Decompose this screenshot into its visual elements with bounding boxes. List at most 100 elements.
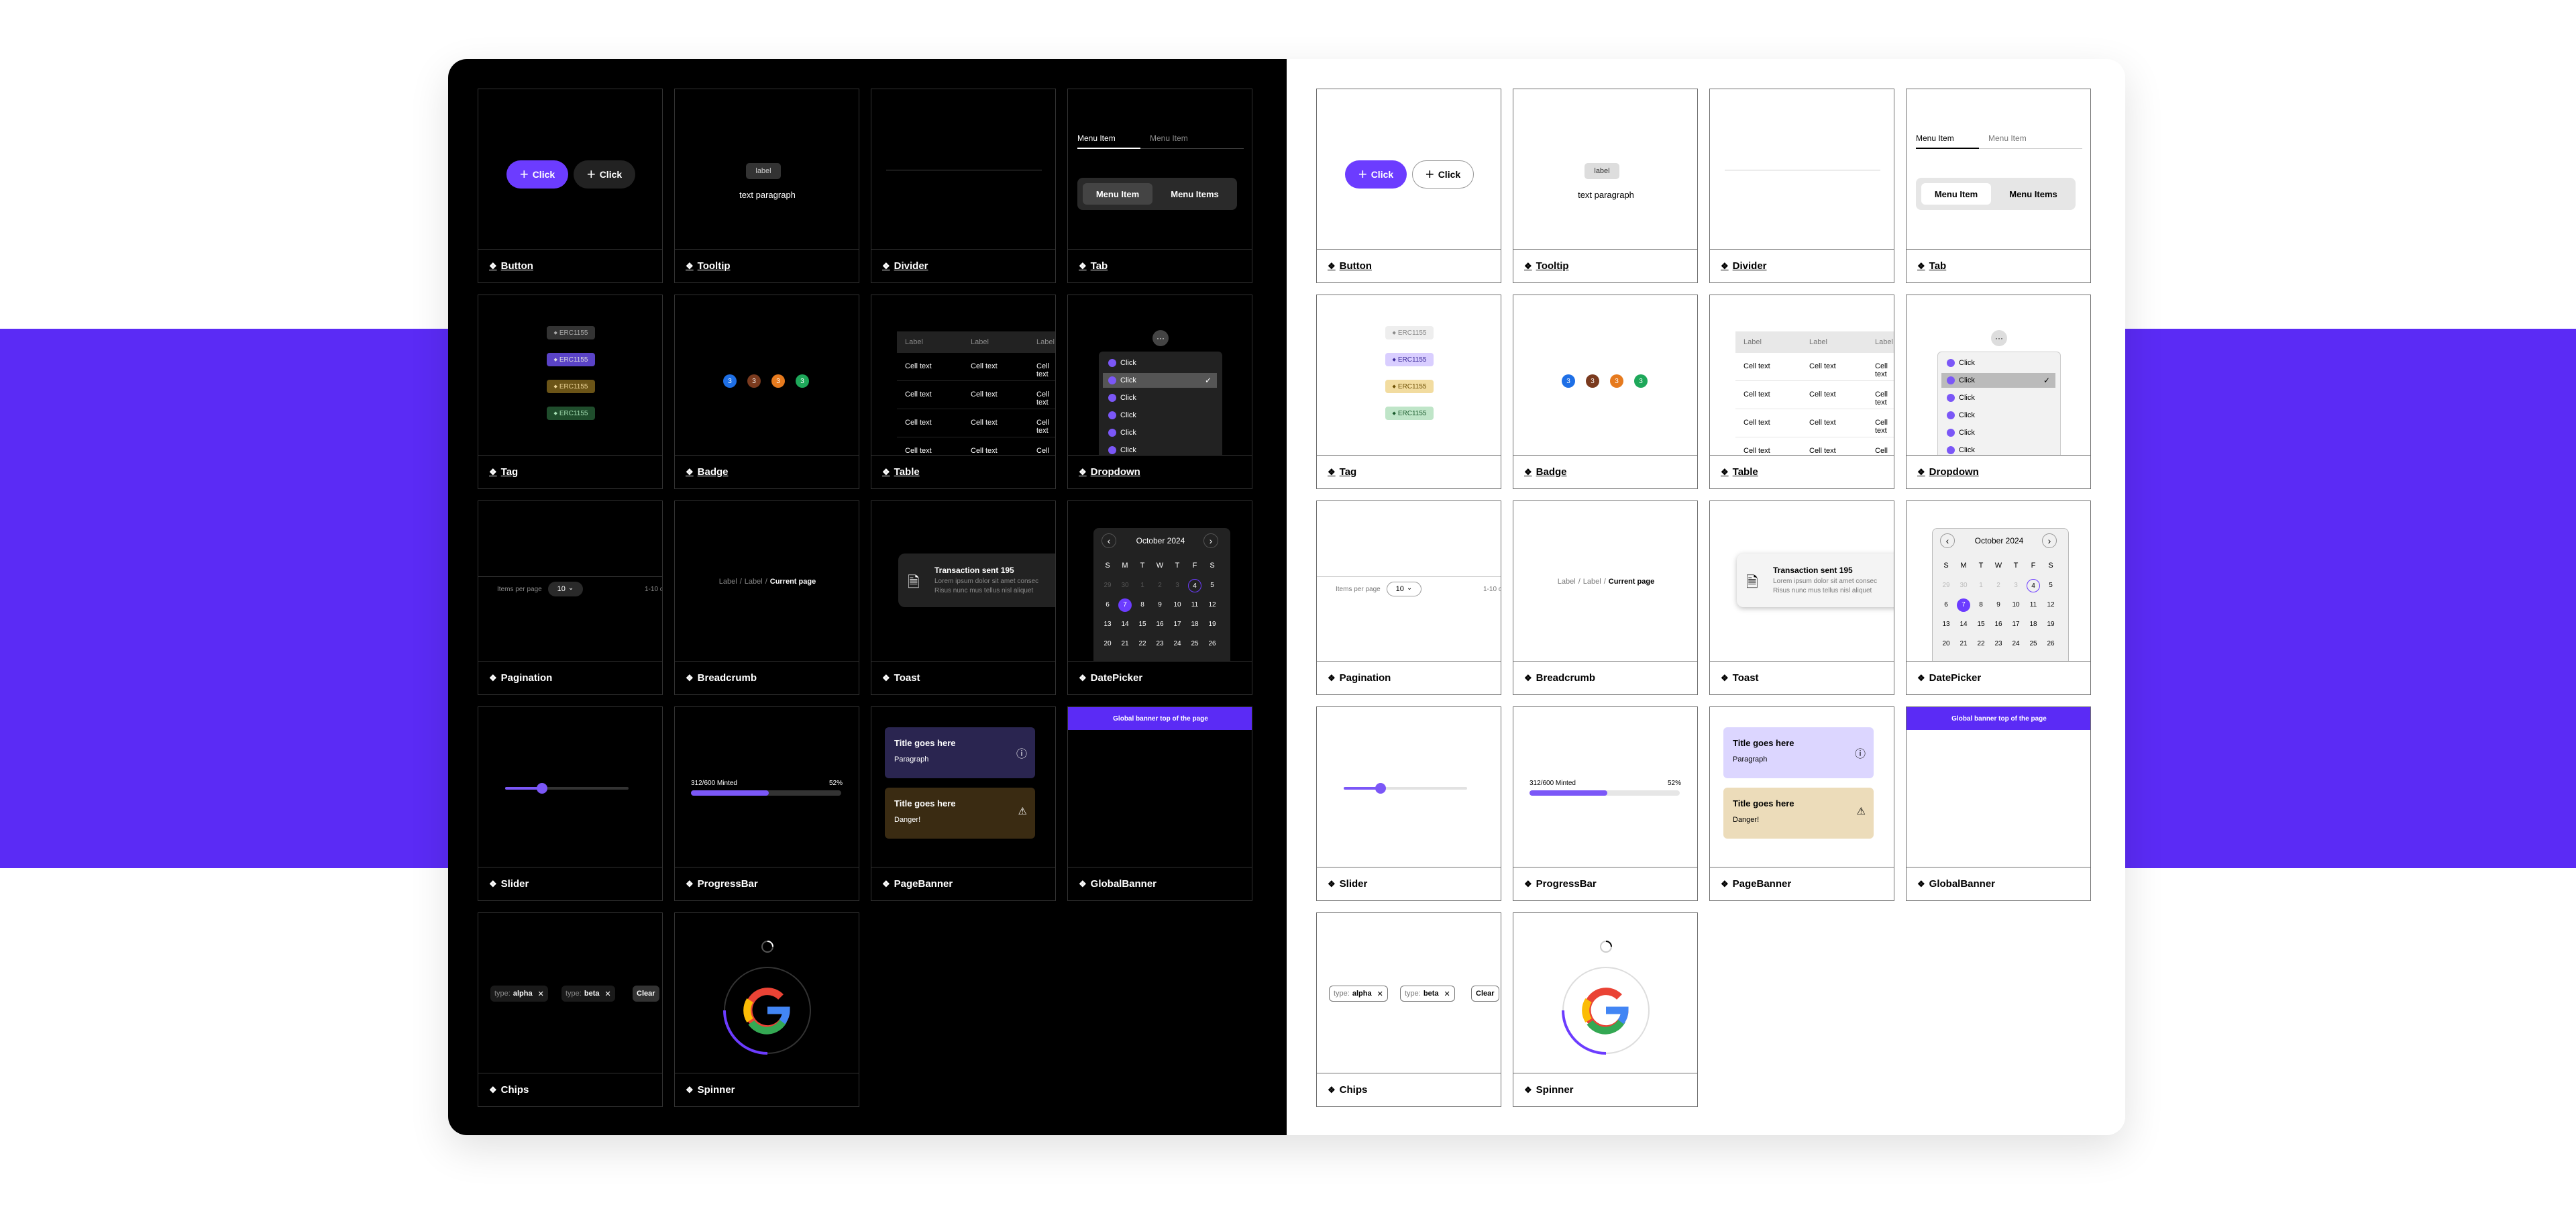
- day-cell[interactable]: 16: [1990, 618, 2007, 631]
- dropdown-item-selected[interactable]: Click ✓: [1103, 373, 1217, 388]
- dropdown-item[interactable]: Click: [1941, 356, 2055, 370]
- day-cell[interactable]: 4: [2027, 579, 2040, 592]
- day-cell[interactable]: 21: [1116, 637, 1134, 651]
- day-cell[interactable]: 29: [1937, 579, 1955, 592]
- day-cell[interactable]: 9: [1990, 598, 2007, 612]
- clear-chips-button[interactable]: Clear: [1471, 986, 1499, 1002]
- day-cell[interactable]: 12: [1203, 598, 1221, 612]
- dropdown-item[interactable]: Click: [1103, 443, 1217, 455]
- close-icon[interactable]: ✕: [604, 990, 610, 998]
- dropdown-item[interactable]: Click: [1103, 356, 1217, 370]
- table-card-label[interactable]: ❖ Table: [1709, 456, 1894, 489]
- primary-button[interactable]: + Click: [506, 160, 568, 189]
- day-cell[interactable]: 19: [1203, 618, 1221, 631]
- dropdown-item-selected[interactable]: Click ✓: [1941, 373, 2055, 388]
- table-card-label[interactable]: ❖ Table: [871, 456, 1056, 489]
- day-cell[interactable]: 5: [2042, 579, 2059, 592]
- day-cell[interactable]: 11: [1186, 598, 1203, 612]
- day-cell[interactable]: 12: [2042, 598, 2059, 612]
- day-cell[interactable]: 26: [1203, 637, 1221, 651]
- day-cell[interactable]: 14: [1955, 618, 1972, 631]
- day-cell[interactable]: 25: [2025, 637, 2042, 651]
- day-cell[interactable]: 19: [2042, 618, 2059, 631]
- day-cell[interactable]: 21: [1955, 637, 1972, 651]
- secondary-button[interactable]: + Click: [574, 160, 635, 189]
- dropdown-item[interactable]: Click: [1103, 408, 1217, 423]
- divider-card-label[interactable]: ❖ Divider: [871, 250, 1056, 283]
- day-cell[interactable]: 30: [1955, 579, 1972, 592]
- tag-card-label[interactable]: ❖ Tag: [478, 456, 663, 489]
- day-cell[interactable]: 6: [1099, 598, 1116, 612]
- dropdown-item[interactable]: Click: [1103, 425, 1217, 440]
- day-cell[interactable]: 22: [1134, 637, 1151, 651]
- day-cell[interactable]: 2: [1990, 579, 2007, 592]
- breadcrumb-item[interactable]: Label: [1583, 578, 1601, 586]
- day-cell[interactable]: 17: [1169, 618, 1186, 631]
- segment[interactable]: Menu Items: [1996, 183, 2070, 205]
- close-icon[interactable]: ✕: [538, 990, 544, 998]
- filter-chip[interactable]: type: beta ✕: [561, 986, 615, 1002]
- day-cell[interactable]: 9: [1151, 598, 1169, 612]
- day-cell-selected[interactable]: 7: [1957, 598, 1970, 612]
- tab-item-active[interactable]: Menu Item: [1077, 134, 1116, 143]
- day-cell[interactable]: 6: [1937, 598, 1955, 612]
- more-icon[interactable]: ···: [1991, 330, 2007, 346]
- page-size-select[interactable]: 10 ⌄: [548, 582, 583, 596]
- dropdown-item[interactable]: Click: [1103, 390, 1217, 405]
- secondary-button[interactable]: + Click: [1412, 160, 1474, 189]
- dropdown-card-label[interactable]: ❖ Dropdown: [1906, 456, 2091, 489]
- day-cell[interactable]: 29: [1099, 579, 1116, 592]
- breadcrumb-item[interactable]: Label: [1558, 578, 1576, 586]
- day-cell[interactable]: 3: [2007, 579, 2025, 592]
- breadcrumb-item[interactable]: Label: [745, 578, 763, 586]
- segment[interactable]: Menu Items: [1158, 183, 1232, 205]
- day-cell[interactable]: 17: [2007, 618, 2025, 631]
- slider-thumb[interactable]: [537, 783, 548, 794]
- day-cell[interactable]: 30: [1116, 579, 1134, 592]
- tab-card-label[interactable]: ❖ Tab: [1906, 250, 2091, 283]
- day-cell[interactable]: 11: [2025, 598, 2042, 612]
- page-size-select[interactable]: 10 ⌄: [1387, 582, 1421, 596]
- tooltip-card-label[interactable]: ❖ Tooltip: [1513, 250, 1698, 283]
- day-cell[interactable]: 1: [1134, 579, 1151, 592]
- dropdown-item[interactable]: Click: [1941, 425, 2055, 440]
- day-cell[interactable]: 24: [1169, 637, 1186, 651]
- chevron-right-icon[interactable]: ›: [1203, 533, 1218, 548]
- primary-button[interactable]: + Click: [1345, 160, 1407, 189]
- day-cell-selected[interactable]: 7: [1118, 598, 1132, 612]
- tab-item[interactable]: Menu Item: [1150, 134, 1188, 143]
- dropdown-item[interactable]: Click: [1941, 443, 2055, 455]
- badge-card-label[interactable]: ❖ Badge: [1513, 456, 1698, 489]
- tab-item-active[interactable]: Menu Item: [1916, 134, 1954, 143]
- day-cell[interactable]: 13: [1937, 618, 1955, 631]
- clear-chips-button[interactable]: Clear: [633, 986, 659, 1002]
- filter-chip[interactable]: type: alpha ✕: [1329, 986, 1388, 1002]
- divider-card-label[interactable]: ❖ Divider: [1709, 250, 1894, 283]
- dropdown-item[interactable]: Click: [1941, 390, 2055, 405]
- day-cell[interactable]: 20: [1937, 637, 1955, 651]
- day-cell[interactable]: 10: [2007, 598, 2025, 612]
- day-cell[interactable]: 2: [1151, 579, 1169, 592]
- chevron-right-icon[interactable]: ›: [2042, 533, 2057, 548]
- day-cell[interactable]: 23: [1990, 637, 2007, 651]
- day-cell[interactable]: 10: [1169, 598, 1186, 612]
- day-cell[interactable]: 5: [1203, 579, 1221, 592]
- day-cell[interactable]: 25: [1186, 637, 1203, 651]
- segment-active[interactable]: Menu Item: [1083, 183, 1152, 205]
- day-cell[interactable]: 23: [1151, 637, 1169, 651]
- day-cell[interactable]: 20: [1099, 637, 1116, 651]
- breadcrumb-item[interactable]: Label: [719, 578, 737, 586]
- day-cell[interactable]: 22: [1972, 637, 1990, 651]
- segment-active[interactable]: Menu Item: [1921, 183, 1991, 205]
- day-cell[interactable]: 15: [1972, 618, 1990, 631]
- day-cell[interactable]: 14: [1116, 618, 1134, 631]
- dropdown-item[interactable]: Click: [1941, 408, 2055, 423]
- day-cell[interactable]: 26: [2042, 637, 2059, 651]
- day-cell[interactable]: 8: [1134, 598, 1151, 612]
- day-cell[interactable]: 1: [1972, 579, 1990, 592]
- day-cell[interactable]: 3: [1169, 579, 1186, 592]
- day-cell[interactable]: 15: [1134, 618, 1151, 631]
- day-cell[interactable]: 18: [1186, 618, 1203, 631]
- day-cell[interactable]: 4: [1188, 579, 1201, 592]
- tooltip-card-label[interactable]: ❖ Tooltip: [674, 250, 859, 283]
